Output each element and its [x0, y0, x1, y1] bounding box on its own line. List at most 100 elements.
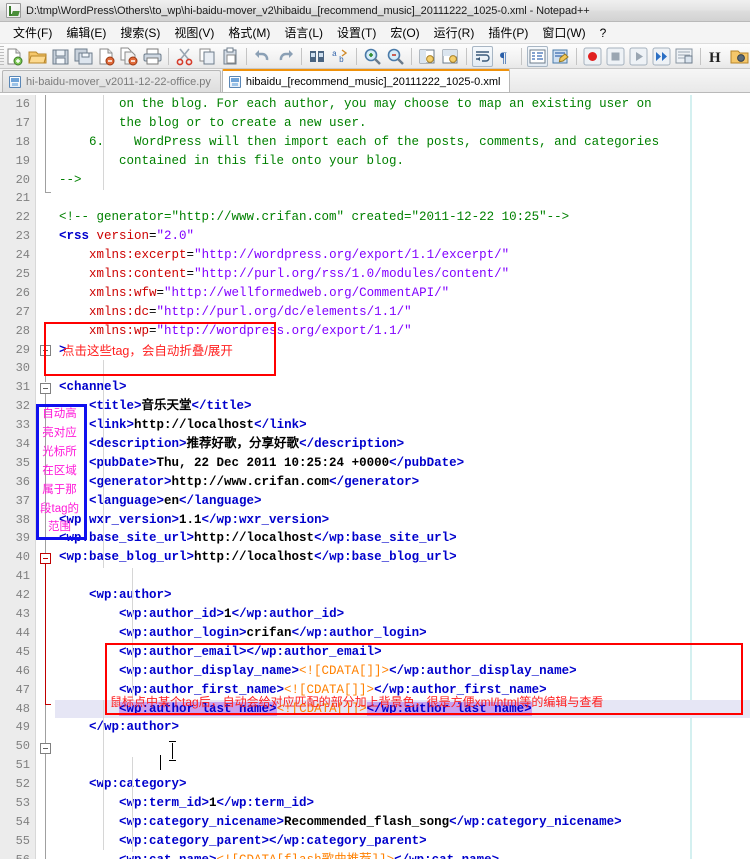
undo-icon[interactable]	[252, 46, 273, 67]
play-macro-icon[interactable]	[628, 46, 649, 67]
menu-item-3[interactable]: 视图(V)	[167, 22, 221, 43]
code-line[interactable]: 35 <pubDate>Thu, 22 Dec 2011 10:25:24 +0…	[0, 453, 750, 473]
code-text[interactable]: <wp:term_id>1</wp:term_id>	[55, 794, 750, 813]
code-text[interactable]: -->	[55, 171, 750, 190]
sync-vertical-scroll-icon[interactable]	[417, 46, 438, 67]
code-text[interactable]: xmlns:content="http://purl.org/rss/1.0/m…	[55, 265, 750, 284]
code-text[interactable]: <pubDate>Thu, 22 Dec 2011 10:25:24 +0000…	[55, 454, 750, 473]
code-line[interactable]: 20 -->	[0, 170, 750, 190]
editor-content[interactable]: 16 on the blog. For each author, you may…	[0, 95, 750, 859]
replace-icon[interactable]: ab	[330, 46, 351, 67]
close-all-icon[interactable]	[119, 46, 140, 67]
code-line[interactable]: 19 contained in this file onto your blog…	[0, 151, 750, 171]
fold-margin-cell[interactable]	[36, 265, 55, 284]
code-text[interactable]	[55, 359, 750, 378]
fold-toggle-box[interactable]	[40, 383, 51, 394]
menu-item-0[interactable]: 文件(F)	[6, 22, 59, 43]
code-line[interactable]: 39 <wp:base_site_url>http://localhost</wp…	[0, 529, 750, 549]
menu-item-11[interactable]: ?	[593, 24, 614, 42]
user-defined-language-icon[interactable]	[550, 46, 571, 67]
fold-toggle-box-category[interactable]	[40, 743, 51, 754]
run-macro-multiple-icon[interactable]	[651, 46, 672, 67]
run-icon[interactable]: H	[706, 46, 727, 67]
code-line[interactable]: 17 the blog or to create a new user.	[0, 113, 750, 133]
menu-item-5[interactable]: 语言(L)	[277, 22, 330, 43]
new-file-icon[interactable]	[4, 46, 25, 67]
code-text[interactable]	[55, 737, 750, 756]
code-line[interactable]: 27 xmlns:dc="http://purl.org/dc/elements…	[0, 302, 750, 322]
code-text[interactable]: <wp:author_id>1</wp:author_id>	[55, 605, 750, 624]
code-line[interactable]: 25 xmlns:content="http://purl.org/rss/1.…	[0, 265, 750, 284]
code-line[interactable]: 33 <link>http://localhost</link>	[0, 416, 750, 436]
record-macro-icon[interactable]	[582, 46, 603, 67]
code-text[interactable]: <wp:cat_name><![CDATA[flash歌曲推荐]]></wp:c…	[55, 851, 750, 859]
code-line[interactable]: 40 <wp:base_blog_url>http://localhost</wp…	[0, 548, 750, 568]
menu-item-2[interactable]: 搜索(S)	[113, 22, 167, 43]
code-line[interactable]: 18 6. WordPress will then import each of…	[0, 132, 750, 152]
find-icon[interactable]	[307, 46, 328, 67]
open-folder-as-workspace-icon[interactable]	[729, 46, 750, 67]
code-line[interactable]: 30	[0, 359, 750, 379]
sync-horizontal-scroll-icon[interactable]	[440, 46, 461, 67]
copy-icon[interactable]	[197, 46, 218, 67]
code-text[interactable]: <generator>http://www.crifan.com</genera…	[55, 473, 750, 492]
code-line[interactable]: 23 <rss version="2.0"	[0, 227, 750, 247]
open-file-icon[interactable]	[27, 46, 48, 67]
code-text[interactable]: the blog or to create a new user.	[55, 114, 750, 133]
code-text[interactable]: <wp:wxr_version>1.1</wp:wxr_version>	[55, 511, 750, 530]
menu-item-9[interactable]: 插件(P)	[481, 22, 535, 43]
menu-item-10[interactable]: 窗口(W)	[535, 22, 592, 43]
zoom-in-icon[interactable]	[362, 46, 383, 67]
code-line[interactable]: 41	[0, 567, 750, 587]
code-text[interactable]: xmlns:excerpt="http://wordpress.org/expo…	[55, 246, 750, 265]
print-icon[interactable]	[142, 46, 163, 67]
code-text[interactable]: <wp:author_email></wp:author_email>	[55, 643, 750, 662]
code-text[interactable]: </wp:author>	[55, 718, 750, 737]
code-line[interactable]: 56 <wp:cat_name><![CDATA[flash歌曲推荐]]></w…	[0, 850, 750, 859]
code-line[interactable]: 45 <wp:author_email></wp:author_email>	[0, 642, 750, 662]
code-text[interactable]: xmlns:wp="http://wordpress.org/export/1.…	[55, 322, 750, 341]
fold-toggle-box[interactable]	[40, 345, 51, 356]
code-line[interactable]: 16 on the blog. For each author, you may…	[0, 95, 750, 114]
fold-toggle-box-author[interactable]	[40, 553, 51, 564]
document-tab-0[interactable]: hi-baidu-mover_v2011-12-22-office.py	[2, 70, 221, 92]
fold-margin-cell[interactable]	[36, 321, 55, 341]
code-text[interactable]: <wp:category_parent></wp:category_parent…	[55, 832, 750, 851]
code-text[interactable]: <wp:category_nicename>Recommended_flash_…	[55, 813, 750, 832]
code-text[interactable]: <link>http://localhost</link>	[55, 416, 750, 435]
code-text[interactable]: <wp:category>	[55, 775, 750, 794]
code-line[interactable]: 24 xmlns:excerpt="http://wordpress.org/e…	[0, 246, 750, 266]
close-file-icon[interactable]	[96, 46, 117, 67]
code-line[interactable]: 22 <!-- generator="http://www.crifan.com"…	[0, 208, 750, 228]
code-text[interactable]: <wp:base_site_url>http://localhost</wp:b…	[55, 529, 750, 548]
code-line[interactable]: 43 <wp:author_id>1</wp:author_id>	[0, 605, 750, 624]
menu-item-1[interactable]: 编辑(E)	[59, 22, 113, 43]
code-line[interactable]: 31 <channel>	[0, 378, 750, 398]
code-line[interactable]: 34 <description>推荐好歌，分享好歌</description>	[0, 435, 750, 454]
code-text[interactable]: <!-- generator="http://www.crifan.com" c…	[55, 208, 750, 227]
code-line[interactable]: 51	[0, 756, 750, 776]
code-line[interactable]: 32 <title>音乐天堂</title>	[0, 397, 750, 417]
code-line[interactable]: 54 <wp:category_nicename>Recommended_fla…	[0, 812, 750, 832]
code-text[interactable]: xmlns:dc="http://purl.org/dc/elements/1.…	[55, 303, 750, 322]
code-line[interactable]: 38 <wp:wxr_version>1.1</wp:wxr_version>	[0, 510, 750, 530]
code-lines[interactable]: 16 on the blog. For each author, you may…	[0, 95, 750, 859]
menu-item-4[interactable]: 格式(M)	[221, 22, 277, 43]
document-tab-1[interactable]: hibaidu_[recommend_music]_20111222_1025-…	[221, 69, 511, 92]
save-all-icon[interactable]	[73, 46, 94, 67]
code-line[interactable]: 44 <wp:author_login>crifan</wp:author_lo…	[0, 623, 750, 643]
code-line[interactable]: 50	[0, 737, 750, 757]
code-line[interactable]: 28 xmlns:wp="http://wordpress.org/export…	[0, 321, 750, 341]
code-text[interactable]: <wp:author>	[55, 586, 750, 605]
cut-icon[interactable]	[174, 46, 195, 67]
code-text[interactable]: contained in this file onto your blog.	[55, 152, 750, 171]
code-line[interactable]: 21	[0, 189, 750, 209]
code-text[interactable]	[55, 567, 750, 586]
fold-margin-cell[interactable]	[36, 246, 55, 266]
code-text[interactable]: <description>推荐好歌，分享好歌</description>	[55, 435, 750, 454]
paste-icon[interactable]	[220, 46, 241, 67]
code-text[interactable]: <wp:author_login>crifan</wp:author_login…	[55, 624, 750, 643]
code-line[interactable]: 49 </wp:author>	[0, 718, 750, 738]
code-text[interactable]: <wp:base_blog_url>http://localhost</wp:b…	[55, 548, 750, 567]
fold-margin-cell[interactable]	[36, 302, 55, 322]
